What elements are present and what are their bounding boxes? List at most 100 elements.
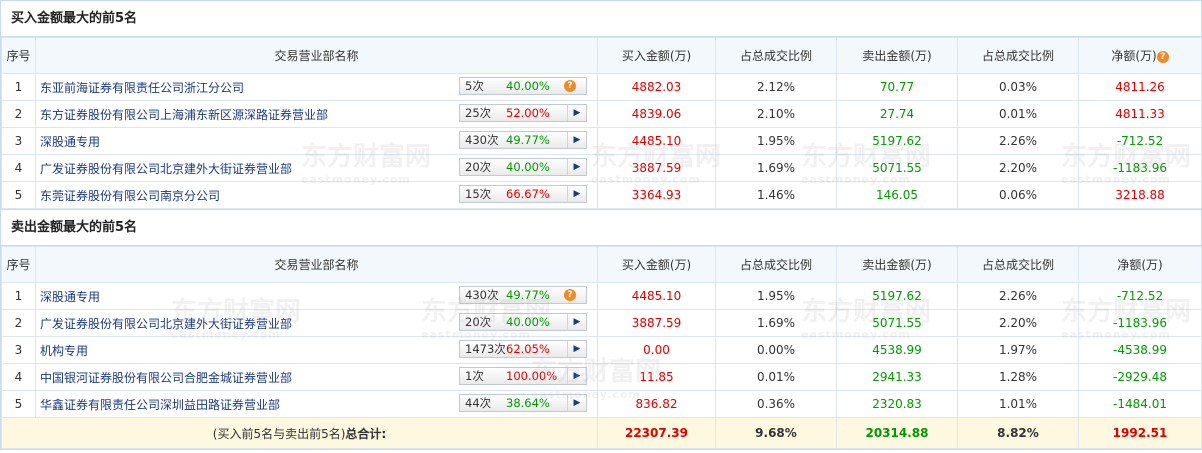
sell-section-title: 卖出金额最大的前5名 — [1, 209, 1201, 246]
sell-ratio: 2.20% — [957, 154, 1079, 182]
net-amount: 4811.26 — [1078, 73, 1202, 101]
branch-name-link[interactable]: 东亚前海证券有限责任公司浙江分公司 — [40, 81, 244, 95]
sell-amount: 5071.55 — [836, 154, 958, 182]
col-buy-ratio: 占总成交比例 — [715, 246, 837, 283]
expand-arrow-icon[interactable]: ▶ — [567, 132, 586, 148]
frequency-badge[interactable]: 1473次 62.05% ▶ — [459, 340, 587, 358]
sell-ratio: 0.06% — [957, 181, 1079, 209]
branch-name-cell: 深股通专用 430次 49.77%? — [35, 282, 598, 310]
branch-name-link[interactable]: 机构专用 — [40, 344, 88, 358]
expand-arrow-icon[interactable]: ▶ — [567, 186, 586, 202]
row-index: 5 — [1, 181, 36, 209]
sell-amount: 27.74 — [836, 100, 958, 128]
expand-arrow-icon[interactable]: ▶ — [567, 341, 586, 357]
sell-ratio: 1.28% — [957, 363, 1079, 391]
expand-arrow-icon[interactable]: ▶ — [567, 368, 586, 384]
net-amount: -1484.01 — [1078, 390, 1202, 418]
col-index: 序号 — [1, 37, 36, 74]
win-rate: 38.64% — [506, 396, 550, 410]
sell-ratio: 2.26% — [957, 282, 1079, 310]
branch-name-link[interactable]: 深股通专用 — [40, 290, 100, 304]
total-label: (买入前5名与卖出前5名)总合计: — [1, 417, 598, 449]
row-index: 3 — [1, 336, 36, 364]
frequency-badge[interactable]: 25次 52.00% ▶ — [459, 104, 587, 122]
total-buy-ratio: 9.68% — [715, 417, 837, 449]
col-net-amount: 净额(万)? — [1078, 37, 1202, 74]
expand-arrow-icon[interactable]: ▶ — [567, 395, 586, 411]
total-sell-ratio: 8.82% — [957, 417, 1079, 449]
buy-row: 4 广发证券股份有限公司北京建外大街证券营业部 20次 40.00% ▶ 3887.59 1… — [1, 154, 1202, 182]
listing-count: 1次 — [465, 369, 484, 383]
sell-ratio: 1.97% — [957, 336, 1079, 364]
col-sell-ratio: 占总成交比例 — [957, 37, 1079, 74]
col-branch-name: 交易营业部名称 — [35, 246, 598, 283]
net-amount: -1183.96 — [1078, 154, 1202, 182]
net-amount: 4811.33 — [1078, 100, 1202, 128]
branch-name-link[interactable]: 广发证券股份有限公司北京建外大街证券营业部 — [40, 162, 292, 176]
buy-row: 5 东莞证券股份有限公司南京分公司 15次 66.67% ▶ 3364.93 1.46% 14… — [1, 181, 1202, 209]
branch-name-link[interactable]: 深股通专用 — [40, 135, 100, 149]
branch-name-cell: 广发证券股份有限公司北京建外大街证券营业部 20次 40.00% ▶ — [35, 309, 598, 337]
win-rate: 49.77% — [506, 288, 550, 302]
branch-name-cell: 广发证券股份有限公司北京建外大街证券营业部 20次 40.00% ▶ — [35, 154, 598, 182]
frequency-badge[interactable]: 20次 40.00% ▶ — [459, 158, 587, 176]
row-index: 5 — [1, 390, 36, 418]
listing-count: 1473次 — [465, 342, 506, 356]
net-amount: -712.52 — [1078, 127, 1202, 155]
net-amount: -712.52 — [1078, 282, 1202, 310]
win-rate: 40.00% — [506, 315, 550, 329]
expand-arrow-icon[interactable]: ▶ — [567, 159, 586, 175]
buy-ratio: 1.95% — [715, 282, 837, 310]
buy-amount: 0.00 — [597, 336, 716, 364]
listing-count: 44次 — [465, 396, 492, 410]
frequency-badge[interactable]: 44次 38.64% ▶ — [459, 394, 587, 412]
buy-amount: 3887.59 — [597, 154, 716, 182]
row-index: 4 — [1, 363, 36, 391]
expand-arrow-icon[interactable]: ▶ — [567, 105, 586, 121]
branch-name-link[interactable]: 东方证券股份有限公司上海浦东新区源深路证券营业部 — [40, 108, 328, 122]
buy-row: 3 深股通专用 430次 49.77% ▶ 4485.10 1.95% 5197.62 2.26… — [1, 127, 1202, 155]
sell-ratio: 2.26% — [957, 127, 1079, 155]
branch-name-link[interactable]: 中国银河证券股份有限公司合肥金城证券营业部 — [40, 371, 292, 385]
frequency-badge[interactable]: 15次 66.67% ▶ — [459, 185, 587, 203]
listing-count: 430次 — [465, 133, 499, 147]
frequency-badge[interactable]: 430次 49.77% ▶ — [459, 131, 587, 149]
expand-arrow-icon[interactable]: ▶ — [567, 314, 586, 330]
sell-amount: 70.77 — [836, 73, 958, 101]
branch-name-cell: 东方证券股份有限公司上海浦东新区源深路证券营业部 25次 52.00% ▶ — [35, 100, 598, 128]
branch-name-cell: 华鑫证券有限责任公司深圳益田路证券营业部 44次 38.64% ▶ — [35, 390, 598, 418]
win-rate: 52.00% — [506, 106, 550, 120]
frequency-badge[interactable]: 430次 49.77%? — [459, 286, 587, 304]
branch-name-cell: 东莞证券股份有限公司南京分公司 15次 66.67% ▶ — [35, 181, 598, 209]
frequency-badge[interactable]: 20次 40.00% ▶ — [459, 313, 587, 331]
listing-count: 20次 — [465, 160, 492, 174]
frequency-badge[interactable]: 1次 100.00% ▶ — [459, 367, 587, 385]
sell-ratio: 0.01% — [957, 100, 1079, 128]
buy-amount: 4485.10 — [597, 127, 716, 155]
question-icon[interactable]: ? — [564, 80, 576, 92]
buy-amount: 4485.10 — [597, 282, 716, 310]
sell-amount: 5071.55 — [836, 309, 958, 337]
branch-name-link[interactable]: 华鑫证券有限责任公司深圳益田路证券营业部 — [40, 398, 280, 412]
frequency-badge[interactable]: 5次 40.00%? — [459, 77, 587, 95]
buy-amount: 3887.59 — [597, 309, 716, 337]
question-icon[interactable]: ? — [1156, 51, 1169, 63]
col-sell-amount: 卖出金额(万) — [836, 37, 958, 74]
sell-ratio: 2.20% — [957, 309, 1079, 337]
sell-row: 5 华鑫证券有限责任公司深圳益田路证券营业部 44次 38.64% ▶ 836.82 0.3… — [1, 390, 1202, 418]
total-sell: 20314.88 — [836, 417, 958, 449]
branch-name-link[interactable]: 东莞证券股份有限公司南京分公司 — [40, 189, 220, 203]
buy-ratio: 1.46% — [715, 181, 837, 209]
question-icon[interactable]: ? — [564, 289, 576, 301]
buy-ratio: 1.95% — [715, 127, 837, 155]
sell-table: 序号 交易营业部名称 买入金额(万) 占总成交比例 卖出金额(万) 占总成交比例… — [1, 246, 1202, 449]
branch-name-link[interactable]: 广发证券股份有限公司北京建外大街证券营业部 — [40, 317, 292, 331]
listing-count: 15次 — [465, 187, 492, 201]
col-buy-amount: 买入金额(万) — [597, 37, 716, 74]
buy-ratio: 1.69% — [715, 154, 837, 182]
row-index: 1 — [1, 282, 36, 310]
win-rate: 49.77% — [506, 133, 550, 147]
net-amount: -2929.48 — [1078, 363, 1202, 391]
win-rate: 40.00% — [506, 160, 550, 174]
buy-table: 序号 交易营业部名称 买入金额(万) 占总成交比例 卖出金额(万) 占总成交比例… — [1, 37, 1202, 209]
